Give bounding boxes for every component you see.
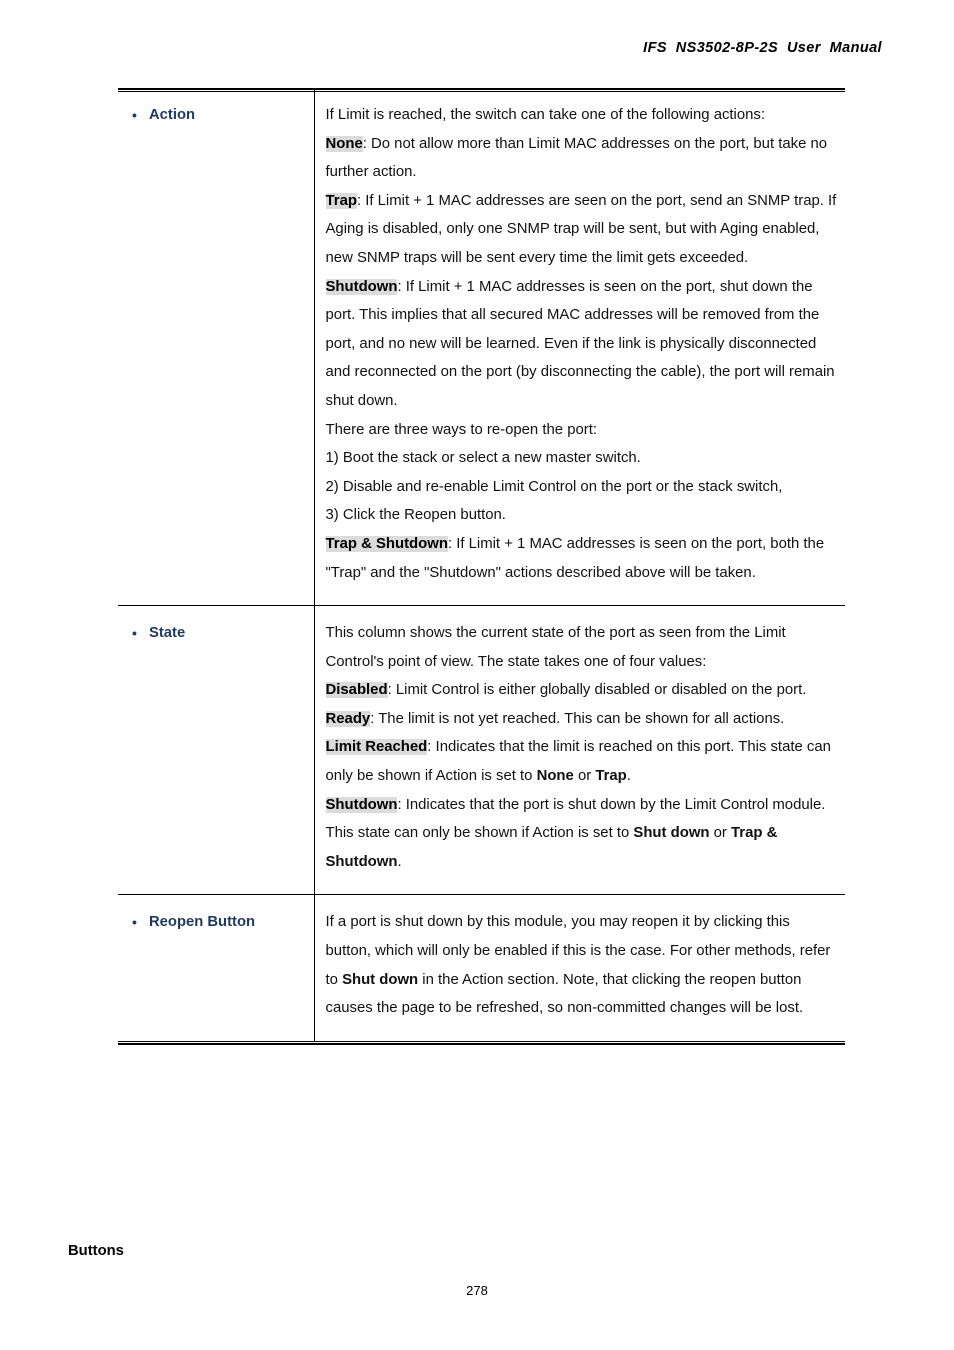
keyword-disabled-text: : Limit Control is either globally disab… [387, 682, 807, 699]
limit-reached-text-after: . [626, 768, 631, 785]
keyword-none: None [325, 135, 363, 152]
state-item-disabled: Disabled: Limit Control is either global… [325, 676, 838, 705]
limit-reached-bold-trap: Trap [595, 768, 627, 785]
keyword-limit-reached: Limit Reached [325, 739, 428, 756]
label-state-text: State [149, 625, 186, 642]
label-reopen-button-text: Reopen Button [149, 914, 256, 931]
label-action-text: Action [149, 107, 196, 123]
keyword-shutdown: Shutdown [325, 278, 398, 295]
action-item-shutdown: Shutdown: If Limit + 1 MAC addresses is … [325, 273, 838, 416]
label-reopen-button: • Reopen Button [118, 908, 304, 937]
table-bottom-border [118, 1040, 845, 1046]
limit-reached-text-mid: or [573, 768, 596, 785]
row-desc-cell-state: This column shows the current state of t… [313, 605, 845, 895]
row-label-cell-reopen-button: • Reopen Button [118, 894, 314, 1041]
label-state: • State [118, 619, 304, 648]
reopen-button-paragraph: If a port is shut down by this module, y… [326, 908, 838, 1022]
state-item-ready: Ready: The limit is not yet reached. Thi… [325, 705, 838, 734]
reopen-button-description: If a port is shut down by this module, y… [326, 908, 838, 1022]
keyword-ready: Ready [325, 710, 371, 727]
bullet-icon: • [132, 914, 137, 931]
bullet-icon: • [132, 625, 137, 642]
row-desc-cell-action: If Limit is reached, the switch can take… [313, 88, 845, 606]
parameter-description-table: • Action If Limit is reached, the switch … [118, 88, 845, 1041]
state-item-shutdown: Shutdown: Indicates that the port is shu… [325, 791, 838, 877]
border-line-thick [118, 1042, 845, 1045]
action-intro: If Limit is reached, the switch can take… [325, 107, 766, 123]
table-row: • State This column shows the current sta… [118, 605, 845, 895]
state-item-limit-reached: Limit Reached: Indicates that the limit … [325, 733, 838, 790]
keyword-state-shutdown: Shutdown [325, 796, 398, 813]
table-row: • Action If Limit is reached, the switch … [118, 88, 845, 606]
keyword-trap-text: : If Limit + 1 MAC addresses are seen on… [325, 192, 837, 266]
action-item-none: None: Do not allow more than Limit MAC a… [325, 130, 838, 187]
keyword-trap-and-shutdown: Trap & Shutdown [325, 535, 448, 552]
page-number: 278 [466, 1283, 488, 1298]
reopen-intro: There are three ways to re-open the port… [325, 421, 598, 438]
action-item-trap: Trap: If Limit + 1 MAC addresses are see… [325, 187, 838, 273]
row-label-cell-action: • Action [118, 88, 314, 606]
row-desc-cell-reopen-button: If a port is shut down by this module, y… [313, 894, 845, 1041]
reopen-bold-shut-down: Shut down [342, 971, 419, 988]
state-shutdown-bold-shut-down: Shut down [633, 825, 710, 842]
state-shutdown-text-after: . [397, 853, 402, 870]
state-intro: This column shows the current state of t… [325, 625, 786, 670]
state-shutdown-text-mid: or [709, 825, 732, 842]
reopen-step-3: 3) Click the Reopen button. [325, 507, 506, 524]
table-row: • Reopen Button If a port is shut down by… [118, 894, 845, 1041]
state-description: This column shows the current state of t… [325, 619, 838, 877]
action-description: If Limit is reached, the switch can take… [325, 101, 838, 587]
buttons-section-heading: Buttons [68, 1243, 124, 1259]
keyword-ready-text: : The limit is not yet reached. This can… [370, 710, 785, 727]
keyword-shutdown-text: : If Limit + 1 MAC addresses is seen on … [325, 278, 835, 409]
action-item-trap-shutdown: Trap & Shutdown: If Limit + 1 MAC addres… [325, 530, 838, 587]
bullet-icon: • [132, 107, 137, 123]
running-header-title: IFS NS3502-8P-2S User Manual [643, 40, 882, 56]
limit-reached-bold-none: None [536, 768, 574, 785]
keyword-disabled: Disabled [325, 682, 388, 699]
reopen-step-1: 1) Boot the stack or select a new master… [325, 450, 641, 467]
keyword-none-text: : Do not allow more than Limit MAC addre… [325, 135, 828, 181]
keyword-trap: Trap [325, 192, 357, 209]
reopen-step-2: 2) Disable and re-enable Limit Control o… [325, 478, 783, 495]
row-label-cell-state: • State [118, 605, 314, 895]
label-action: • Action [118, 101, 304, 130]
